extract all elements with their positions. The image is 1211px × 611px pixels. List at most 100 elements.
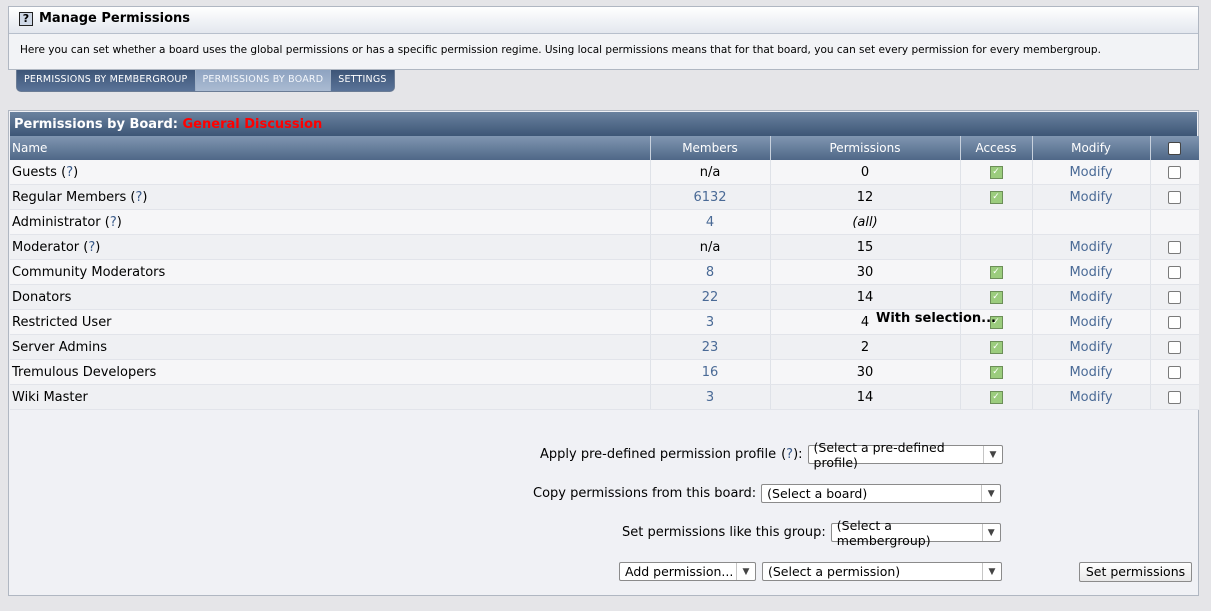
group-name: Tremulous Developers	[12, 364, 157, 380]
permissions-cell: 2	[770, 334, 961, 360]
membergroup-select-value: (Select a membergroup)	[836, 517, 931, 548]
access-check-icon[interactable]: ✓	[989, 265, 1003, 279]
group-name-cell: Donators	[10, 284, 651, 310]
modify-cell	[1032, 209, 1151, 235]
permissions-count: 15	[856, 239, 874, 255]
row-checkbox[interactable]	[1168, 340, 1182, 354]
permission-select[interactable]: (Select a permission) ▼	[762, 562, 1002, 581]
members-cell: 8	[650, 259, 771, 285]
permissions-table: Name Members Permissions Access Modify G…	[10, 136, 1199, 410]
members-count[interactable]: 22	[702, 290, 719, 305]
row-checkbox[interactable]	[1168, 365, 1182, 379]
select-cell	[1150, 234, 1199, 260]
modify-cell: Modify	[1032, 234, 1151, 260]
page-title: Manage Permissions	[39, 11, 190, 26]
row-checkbox[interactable]	[1168, 240, 1182, 254]
page-description: Here you can set whether a board uses th…	[20, 44, 1101, 56]
modify-link[interactable]: Modify	[1069, 290, 1112, 305]
permissions-cell: 12	[770, 184, 961, 210]
permissions-cell: 30	[770, 259, 961, 285]
column-header-modify[interactable]: Modify	[1032, 136, 1151, 160]
select-all-checkbox[interactable]	[1168, 142, 1182, 155]
members-count: n/a	[699, 239, 721, 255]
set-permissions-button[interactable]: Set permissions	[1079, 562, 1192, 582]
members-cell: 22	[650, 284, 771, 310]
permissions-panel: Permissions by Board: General Discussion…	[8, 110, 1199, 596]
members-count[interactable]: 4	[706, 215, 714, 230]
table-row: Restricted User 3 4 ✓ Modify	[10, 309, 1199, 335]
profile-help-link[interactable]: ?	[786, 447, 793, 462]
row-checkbox[interactable]	[1168, 315, 1182, 329]
table-row: Administrator (?) 4 (all)	[10, 209, 1199, 235]
row-checkbox[interactable]	[1168, 265, 1182, 279]
access-check-icon[interactable]: ✓	[989, 390, 1003, 404]
group-help-link[interactable]: ?	[135, 190, 142, 205]
add-permission-row: Add permission... ▼ (Select a permission…	[619, 562, 1002, 581]
profile-select[interactable]: (Select a pre-defined profile) ▼	[807, 440, 1003, 470]
members-count[interactable]: 23	[702, 340, 719, 355]
modify-link[interactable]: Modify	[1069, 365, 1112, 380]
modify-link[interactable]: Modify	[1069, 190, 1112, 205]
members-cell: 4	[650, 209, 771, 235]
select-cell	[1150, 184, 1199, 210]
column-header-access[interactable]: Access	[960, 136, 1033, 160]
permission-select-value: (Select a permission)	[768, 564, 901, 579]
chevron-down-icon: ▼	[982, 563, 1001, 580]
members-cell: 23	[650, 334, 771, 360]
modify-link[interactable]: Modify	[1069, 390, 1112, 405]
modify-link[interactable]: Modify	[1069, 315, 1112, 330]
add-permission-select-value: Add permission...	[625, 564, 734, 579]
group-name-cell: Server Admins	[10, 334, 651, 360]
permissions-count: 30	[856, 364, 874, 380]
tab-permissions-by-membergroup[interactable]: PERMISSIONS BY MEMBERGROUP	[17, 70, 196, 91]
add-permission-select[interactable]: Add permission... ▼	[619, 562, 756, 581]
access-cell: ✓	[960, 259, 1033, 285]
modify-link[interactable]: Modify	[1069, 240, 1112, 255]
column-header-name[interactable]: Name	[10, 136, 651, 160]
help-icon[interactable]: ?	[19, 12, 33, 26]
modify-cell: Modify	[1032, 334, 1151, 360]
permissions-count: 4	[860, 314, 870, 330]
table-row: Wiki Master 3 14 ✓ Modify	[10, 384, 1199, 410]
members-count[interactable]: 8	[706, 265, 714, 280]
row-checkbox[interactable]	[1168, 390, 1182, 404]
group-name-cell: Restricted User	[10, 309, 651, 335]
access-check-icon[interactable]: ✓	[989, 165, 1003, 179]
modify-link[interactable]: Modify	[1069, 340, 1112, 355]
permissions-cell: (all)	[770, 209, 961, 235]
access-check-icon[interactable]: ✓	[989, 290, 1003, 304]
select-cell	[1150, 259, 1199, 285]
group-help-link[interactable]: ?	[88, 240, 95, 255]
group-name-cell: Community Moderators	[10, 259, 651, 285]
column-header-permissions[interactable]: Permissions	[770, 136, 961, 160]
copy-label: Copy permissions from this board:	[533, 486, 757, 501]
chevron-down-icon: ▼	[981, 485, 1000, 502]
access-check-icon[interactable]: ✓	[989, 365, 1003, 379]
members-count[interactable]: 3	[706, 315, 714, 330]
row-checkbox[interactable]	[1168, 290, 1182, 304]
table-row: Server Admins 23 2 ✓ Modify	[10, 334, 1199, 360]
group-name: Restricted User	[12, 314, 112, 330]
panel-title: Permissions by Board: General Discussion	[10, 112, 1197, 136]
group-help-link[interactable]: ?	[110, 215, 117, 230]
table-row: Regular Members (?) 6132 12 ✓ Modify	[10, 184, 1199, 210]
permissions-count: 0	[860, 164, 870, 180]
access-check-icon[interactable]: ✓	[989, 190, 1003, 204]
permissions-count: 2	[860, 339, 870, 355]
membergroup-select[interactable]: (Select a membergroup) ▼	[830, 518, 1001, 548]
tab-settings[interactable]: SETTINGS	[331, 70, 394, 91]
row-checkbox[interactable]	[1168, 190, 1182, 204]
members-count[interactable]: 6132	[693, 190, 726, 205]
group-name-cell: Regular Members (?)	[10, 184, 651, 210]
access-cell: ✓	[960, 334, 1033, 360]
column-header-members[interactable]: Members	[650, 136, 771, 160]
members-count[interactable]: 16	[702, 365, 719, 380]
board-select[interactable]: (Select a board) ▼	[761, 484, 1002, 503]
modify-link[interactable]: Modify	[1069, 165, 1112, 180]
tab-permissions-by-board[interactable]: PERMISSIONS BY BOARD	[195, 70, 332, 91]
access-check-icon[interactable]: ✓	[989, 340, 1003, 354]
group-help-link[interactable]: ?	[66, 165, 73, 180]
row-checkbox[interactable]	[1168, 165, 1182, 179]
modify-link[interactable]: Modify	[1069, 265, 1112, 280]
members-count[interactable]: 3	[706, 390, 714, 405]
